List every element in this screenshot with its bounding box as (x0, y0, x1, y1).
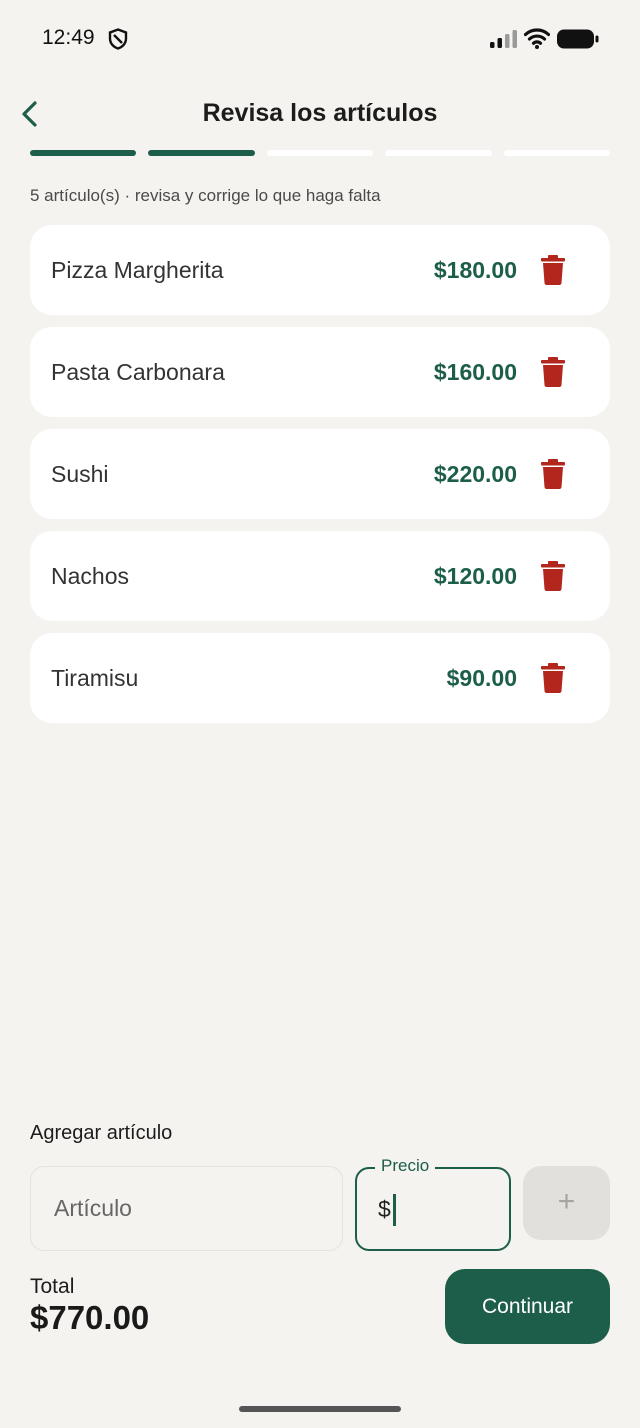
item-name: Pasta Carbonara (51, 359, 225, 385)
battery-icon (557, 29, 599, 49)
price-prefix: $ (378, 1196, 391, 1222)
item-name: Pizza Margherita (51, 257, 224, 283)
item-name: Sushi (51, 461, 109, 487)
item-name: Tiramisu (51, 665, 139, 691)
list-item[interactable]: Sushi $220.00 (30, 429, 610, 519)
status-bar: 12:49 (0, 0, 640, 78)
status-time: 12:49 (42, 26, 95, 49)
list-item[interactable]: Pizza Margherita $180.00 (30, 225, 610, 315)
items-summary-text: 5 artículo(s) · revisa y corrige lo que … (30, 186, 381, 205)
trash-icon[interactable] (540, 561, 566, 591)
item-price: $90.00 (446, 665, 517, 691)
total-value: $770.00 (30, 1299, 150, 1336)
progress-steps (30, 150, 611, 156)
text-cursor (393, 1194, 396, 1226)
item-price: $160.00 (433, 359, 517, 385)
add-item-button[interactable]: + (523, 1166, 610, 1240)
item-name: Nachos (51, 563, 129, 589)
trash-icon[interactable] (540, 459, 566, 489)
list-item[interactable]: Nachos $120.00 (30, 531, 610, 621)
list-item[interactable]: Pasta Carbonara $160.00 (30, 327, 610, 417)
progress-step (30, 150, 137, 156)
item-price: $120.00 (433, 563, 517, 589)
trash-icon[interactable] (540, 663, 566, 693)
item-price: $220.00 (433, 461, 517, 487)
progress-step (266, 150, 374, 156)
trash-icon[interactable] (540, 255, 566, 285)
article-field[interactable] (30, 1166, 343, 1251)
progress-step (385, 150, 492, 156)
page-title: Revisa los artículos (202, 99, 438, 127)
price-field[interactable]: Precio $ (355, 1156, 511, 1251)
home-indicator[interactable] (239, 1406, 401, 1412)
article-input[interactable] (31, 1167, 342, 1250)
continue-button[interactable]: Continuar (445, 1269, 610, 1344)
list-item[interactable]: Tiramisu $90.00 (30, 633, 610, 723)
trash-icon[interactable] (540, 357, 566, 387)
progress-step (148, 150, 255, 156)
shield-icon (108, 28, 128, 50)
add-item-label: Agregar artículo (30, 1122, 173, 1144)
total-label: Total (30, 1275, 75, 1298)
item-price: $180.00 (433, 257, 517, 283)
price-field-label: Precio (375, 1156, 436, 1176)
signal-icon (490, 30, 517, 48)
wifi-icon (524, 28, 550, 49)
progress-step (503, 150, 611, 156)
items-list: Pizza Margherita $180.00 Pasta Carbonara… (30, 225, 610, 735)
